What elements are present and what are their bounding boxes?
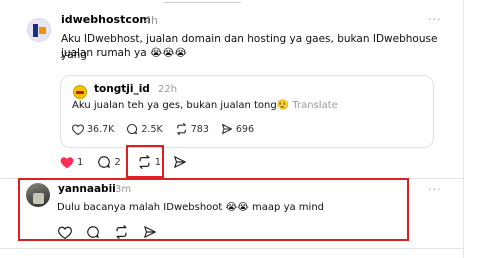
translate-link[interactable]: Translate	[292, 100, 337, 111]
repost-icon	[176, 123, 186, 135]
heart-filled-icon	[60, 156, 74, 168]
feed-border	[463, 0, 464, 258]
repost-highlight-box	[126, 145, 164, 178]
heart-icon	[72, 123, 84, 135]
share-icon	[221, 123, 232, 135]
quoted-timestamp: 22h	[158, 84, 178, 95]
quoted-share-count: 696	[235, 123, 255, 135]
avatar[interactable]	[27, 18, 51, 42]
quoted-reply-count: 2.5K	[141, 123, 163, 135]
bottom-divider	[0, 248, 463, 249]
like-button[interactable]: 1	[60, 156, 83, 169]
post-actions: 1 2 1	[60, 155, 187, 169]
comment-icon	[127, 123, 138, 135]
quoted-post[interactable]: tongtji_id 22h Aku jualan teh ya ges, bu…	[60, 75, 434, 148]
quoted-repost-count: 783	[190, 123, 209, 135]
top-divider	[163, 2, 241, 3]
reply-more-options-button[interactable]: ···	[428, 183, 442, 196]
quoted-avatar[interactable]	[73, 85, 87, 99]
share-icon	[174, 156, 186, 168]
reply-highlight-box	[18, 178, 409, 241]
idwebhost-logo-icon	[33, 24, 46, 37]
comment-icon	[98, 156, 111, 168]
top-bar	[0, 0, 500, 6]
post-username[interactable]: idwebhostcom	[61, 13, 151, 26]
quoted-like-count: 36.7K	[87, 123, 115, 135]
post-text-line2: jualan rumah ya 😭😭😭	[61, 47, 187, 59]
more-options-button[interactable]: ···	[428, 13, 442, 26]
quoted-username[interactable]: tongtji_id	[94, 83, 150, 95]
quoted-like[interactable]: 36.7K	[72, 124, 114, 135]
quoted-reply[interactable]: 2.5K	[126, 123, 163, 135]
quoted-share[interactable]: 696	[221, 123, 254, 135]
quoted-repost[interactable]: 783	[175, 123, 209, 135]
reply-button[interactable]: 2	[97, 155, 121, 169]
quoted-text: Aku jualan teh ya ges, bukan jualan tong…	[72, 100, 290, 111]
quoted-actions: 36.7K 2.5K 783 696	[72, 123, 254, 135]
post-timestamp[interactable]: 4h	[144, 14, 158, 27]
like-count: 1	[77, 156, 84, 168]
reply-count: 2	[114, 156, 121, 168]
share-button[interactable]	[173, 155, 187, 169]
